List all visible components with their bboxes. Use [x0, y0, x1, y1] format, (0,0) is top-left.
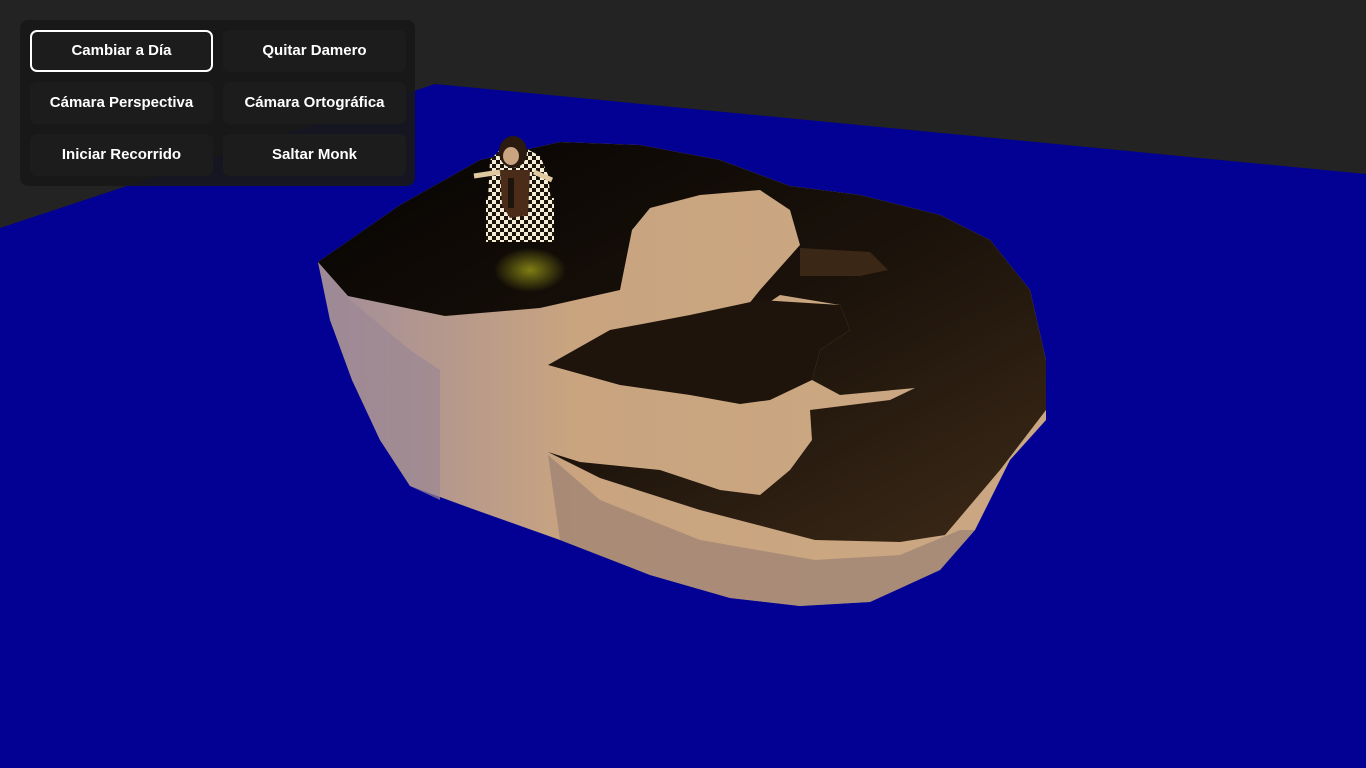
3d-viewport[interactable]: Cambiar a Día Quitar Damero Cámara Persp…	[0, 0, 1366, 768]
toggle-day-button[interactable]: Cambiar a Día	[30, 30, 213, 72]
monk-face	[503, 147, 519, 165]
control-panel: Cambiar a Día Quitar Damero Cámara Persp…	[20, 20, 415, 186]
jump-monk-button[interactable]: Saltar Monk	[223, 134, 406, 176]
orthographic-camera-button[interactable]: Cámara Ortográfica	[223, 82, 406, 124]
perspective-camera-button[interactable]: Cámara Perspectiva	[30, 82, 213, 124]
remove-checker-button[interactable]: Quitar Damero	[223, 30, 406, 72]
monk-belt	[508, 178, 514, 208]
light-glow	[494, 248, 566, 292]
start-tour-button[interactable]: Iniciar Recorrido	[30, 134, 213, 176]
